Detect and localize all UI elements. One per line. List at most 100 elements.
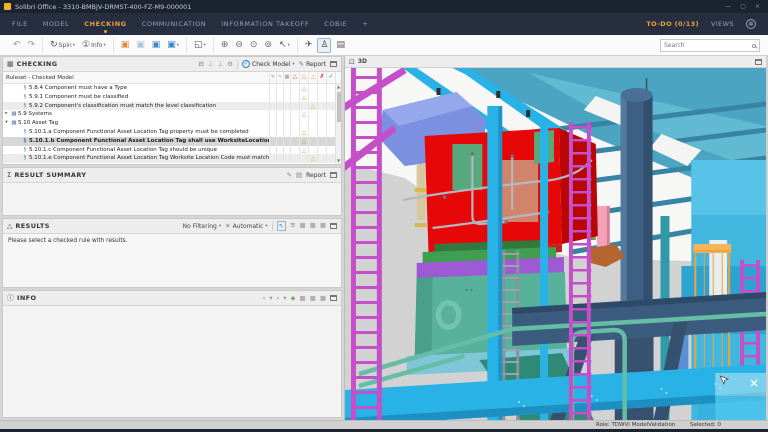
rule-row-5-9-1[interactable]: §5.9.1 Component must be classified△: [3, 93, 335, 102]
section-box-button[interactable]: ◱▾: [192, 39, 208, 52]
info-action3-icon[interactable]: ■: [320, 294, 326, 302]
install-ruleset-icon[interactable]: ⊥: [218, 60, 224, 68]
results-mode-dropdown[interactable]: ✳ Automatic ▾: [225, 222, 268, 230]
result-action3-icon[interactable]: ■: [320, 221, 326, 231]
prev-dropdown-icon[interactable]: ▾: [269, 294, 272, 302]
next-icon[interactable]: ›: [277, 294, 280, 302]
rs-edit-icon[interactable]: ✎: [287, 171, 292, 179]
maximize-icon[interactable]: [755, 59, 762, 65]
ruleset-settings-icon[interactable]: ⚙: [227, 60, 233, 68]
minimize-icon[interactable]: —: [725, 3, 731, 10]
edit-rule-icon[interactable]: ✎: [269, 72, 276, 83]
view3d-panel: ⊡ 3D: [345, 56, 766, 420]
result-action2-icon[interactable]: ■: [310, 221, 316, 231]
rejected-icon[interactable]: ✗: [317, 72, 326, 83]
rules-scrollbar[interactable]: ▲ ▼: [335, 84, 341, 164]
result-summary-report-button[interactable]: Report: [306, 172, 326, 179]
rule-severity-cell: [290, 102, 299, 111]
maximize-icon[interactable]: [330, 295, 337, 301]
spin-button[interactable]: ↻Spin▾: [48, 39, 77, 52]
rule-table-icon[interactable]: ▦: [283, 72, 290, 83]
chevron-down-icon: ▾: [265, 224, 267, 229]
model-viewport[interactable]: [345, 68, 766, 420]
info-icon: ①: [82, 40, 90, 51]
show-selection-button[interactable]: ▣: [134, 39, 147, 52]
checking-report-button[interactable]: ✎ Report: [299, 60, 326, 68]
layers-button[interactable]: ▤: [334, 39, 347, 52]
rule-row-5-10-1-e[interactable]: §5.10.1.e Component Functional Asset Loc…: [3, 154, 335, 163]
prev-icon[interactable]: ‹: [263, 294, 266, 302]
scrollbar-thumb[interactable]: [337, 92, 341, 122]
scroll-up-icon[interactable]: ▲: [336, 84, 341, 90]
results-filter-dropdown[interactable]: No Filtering ▾: [183, 223, 221, 230]
fly-mode-button[interactable]: ✈: [303, 39, 315, 52]
severity-red-icon[interactable]: △: [290, 72, 299, 83]
severity-yellow-icon[interactable]: △: [308, 72, 317, 83]
rs-doc-icon[interactable]: ▤: [296, 171, 302, 179]
rule-row-5-10-1-a[interactable]: §5.10.1.a Component Functional Asset Loc…: [3, 128, 335, 137]
chevron-right-icon[interactable]: ▸: [3, 110, 10, 119]
hyperlink-icon[interactable]: ◈: [291, 294, 296, 302]
walk-mode-button[interactable]: ♙: [317, 38, 331, 53]
maximize-icon[interactable]: [330, 61, 337, 67]
zoom-out-button[interactable]: ⊖: [233, 39, 245, 52]
redo-button[interactable]: ↷: [26, 39, 38, 52]
rule-row-5-10-1-b[interactable]: §5.10.1.b Component Functional Asset Loc…: [3, 137, 335, 146]
menu--[interactable]: +: [362, 20, 368, 28]
rule-row-5-10-1-c[interactable]: §5.10.1.c Component Functional Asset Loc…: [3, 146, 335, 155]
maximize-icon[interactable]: [330, 223, 337, 229]
layout-icon[interactable]: ▦: [746, 19, 756, 29]
info-header: ⓘ INFO ‹▾›▾◈■■■: [3, 291, 341, 306]
accepted-icon[interactable]: ✓: [326, 72, 335, 83]
rule-row-5-8-4[interactable]: §5.8.4 Component must have a Type△: [3, 84, 335, 93]
pick-result-icon[interactable]: ↖: [277, 221, 286, 231]
zoom-window-button[interactable]: ⊙: [248, 39, 260, 52]
rule-name: §5.10.1.e Component Functional Asset Loc…: [3, 154, 269, 163]
rule-severity-cell: [308, 128, 317, 137]
maximize-icon[interactable]: [330, 172, 337, 178]
view3d-header: ⊡ 3D: [345, 56, 766, 68]
result-action1-icon[interactable]: ■: [300, 221, 306, 231]
scroll-down-icon[interactable]: ▼: [336, 158, 341, 164]
select-tool-button[interactable]: ↖▾: [277, 39, 292, 52]
ruleset-library-icon[interactable]: ⊥: [208, 60, 214, 68]
info-action1-icon[interactable]: ■: [300, 294, 306, 302]
rule-cell: [276, 146, 283, 155]
edit-results-icon[interactable]: ✎: [276, 72, 283, 83]
rule-row-5-9-2[interactable]: §5.9.2 Component's classification must m…: [3, 102, 335, 111]
zoom-all-button[interactable]: ⊚: [262, 39, 274, 52]
search-input[interactable]: [664, 42, 752, 49]
open-ruleset-icon[interactable]: ⊟: [198, 60, 203, 68]
undo-button[interactable]: ↶: [11, 39, 23, 52]
rule-severity-cell: [290, 128, 299, 137]
close-icon[interactable]: ×: [755, 3, 760, 10]
info-button[interactable]: ①Info▾: [80, 39, 108, 52]
rule-label: 5.8.4 Component must have a Type: [29, 84, 127, 93]
menu-file[interactable]: FILE: [12, 20, 28, 28]
chevron-down-icon[interactable]: ▾: [3, 119, 10, 128]
menu-communication[interactable]: COMMUNICATION: [142, 20, 207, 28]
rule-severity-cell: [308, 137, 317, 146]
views-button[interactable]: VIEWS: [711, 20, 734, 28]
menu-model[interactable]: MODEL: [43, 20, 69, 28]
hide-selection-button[interactable]: ▣: [150, 39, 163, 52]
rule-severity-cell: [317, 110, 326, 119]
menu-information-takeoff[interactable]: INFORMATION TAKEOFF: [221, 20, 309, 28]
restore-icon[interactable]: ▢: [740, 3, 746, 10]
zoom-in-button[interactable]: ⊕: [219, 39, 231, 52]
rule-severity-cell: [317, 146, 326, 155]
results-panel: △ RESULTS No Filtering ▾ ✳ Automatic ▾: [2, 218, 342, 288]
todo-button[interactable]: TO-DO (0/13): [646, 20, 699, 28]
highlight-selection-button[interactable]: ▣: [119, 39, 132, 52]
rule-row-5-9[interactable]: ▸▦5.9 Systems△: [3, 110, 335, 119]
info-action2-icon[interactable]: ■: [310, 294, 316, 302]
main-area: ▦ CHECKING ⊟⊥⊥⚙ ✓ Check Model ▾ ✎ Report: [0, 56, 768, 420]
transparency-button[interactable]: ▣▾: [165, 39, 181, 52]
result-list-icon[interactable]: ≡: [290, 221, 295, 231]
menu-checking[interactable]: CHECKING: [84, 20, 126, 28]
check-model-button[interactable]: ✓ Check Model ▾: [242, 60, 295, 68]
next-dropdown-icon[interactable]: ▾: [283, 294, 286, 302]
rule-row-5-10[interactable]: ▾▦5.10 Asset Tag: [3, 119, 335, 128]
menu-cobie[interactable]: COBIE: [324, 20, 347, 28]
severity-orange-icon[interactable]: △: [299, 72, 308, 83]
